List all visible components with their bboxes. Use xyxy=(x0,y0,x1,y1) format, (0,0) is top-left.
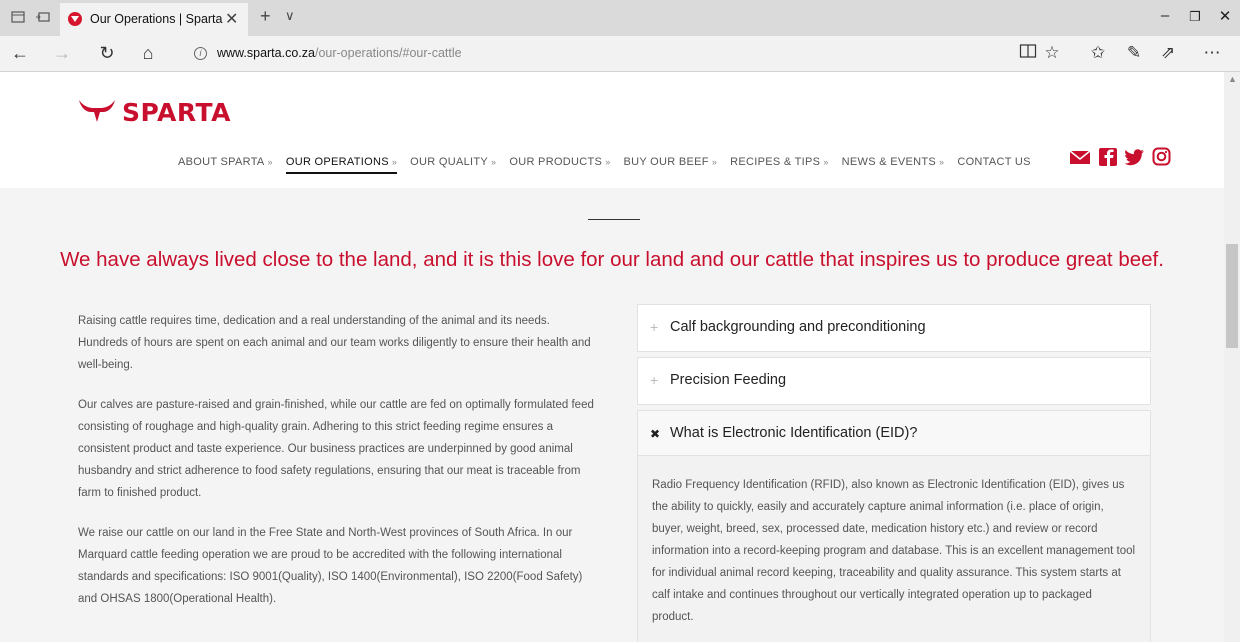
section-divider xyxy=(588,219,640,220)
favorite-star-icon[interactable]: ☆ xyxy=(1040,43,1064,63)
nav-about-sparta[interactable]: ABOUT SPARTA» xyxy=(178,156,273,168)
nav-chevron-icon: » xyxy=(491,157,497,167)
url-path: /our-operations/#our-cattle xyxy=(314,46,462,60)
page-scrollbar[interactable]: ▲ xyxy=(1224,72,1240,642)
nav-label: OUR QUALITY xyxy=(410,156,489,168)
favorites-hub-icon[interactable]: ✩ xyxy=(1086,43,1110,63)
address-bar: ← → ↻ ⌂ i www.sparta.co.za/our-operation… xyxy=(0,36,1240,72)
web-notes-icon[interactable]: ✎ xyxy=(1122,43,1146,63)
nav-chevron-icon: » xyxy=(711,157,718,167)
scroll-up-arrow-icon[interactable]: ▲ xyxy=(1228,74,1237,84)
bull-horns-logo-icon xyxy=(79,100,115,122)
sparta-logo[interactable]: SPARTA xyxy=(78,94,230,130)
scroll-thumb[interactable] xyxy=(1226,244,1238,348)
refresh-button[interactable]: ↻ xyxy=(95,43,119,64)
expand-plus-icon: + xyxy=(650,372,659,388)
tab-title: Our Operations | Sparta xyxy=(90,12,223,26)
instagram-icon[interactable] xyxy=(1151,147,1173,167)
accordion-title: Precision Feeding xyxy=(670,372,787,388)
minimize-button[interactable]: – xyxy=(1150,7,1180,24)
nav-label: ABOUT SPARTA xyxy=(178,156,265,168)
nav-news-events[interactable]: NEWS & EVENTS» xyxy=(842,156,945,168)
close-window-button[interactable]: ✕ xyxy=(1210,7,1240,25)
nav-label: CONTACT US xyxy=(957,156,1031,168)
tab-close-icon[interactable]: ✕ xyxy=(225,9,238,29)
site-info-icon[interactable]: i xyxy=(194,47,207,60)
accordion-item-precision-feeding[interactable]: + Precision Feeding xyxy=(637,357,1151,405)
nav-chevron-icon: » xyxy=(391,157,398,167)
nav-recipes-tips[interactable]: RECIPES & TIPS» xyxy=(730,156,829,168)
page-tagline: We have always lived close to the land, … xyxy=(60,248,1164,271)
nav-label: RECIPES & TIPS xyxy=(730,156,821,168)
operations-accordion: + Calf backgrounding and preconditioning… xyxy=(637,304,1151,642)
nav-label: OUR OPERATIONS xyxy=(285,156,389,168)
logo-text: SPARTA xyxy=(122,98,231,127)
accordion-panel-eid: Radio Frequency Identification (RFID), a… xyxy=(637,456,1151,642)
new-tab-button[interactable]: + xyxy=(260,6,271,27)
nav-chevron-icon: » xyxy=(823,157,829,167)
reading-view-icon[interactable] xyxy=(1016,43,1040,63)
back-button[interactable]: ← xyxy=(8,43,32,64)
set-tabs-aside-icon[interactable] xyxy=(35,9,51,25)
email-icon[interactable] xyxy=(1069,147,1091,167)
facebook-icon[interactable] xyxy=(1097,147,1119,167)
accordion-item-calf-backgrounding[interactable]: + Calf backgrounding and preconditioning xyxy=(637,304,1151,352)
url-field[interactable]: i www.sparta.co.za/our-operations/#our-c… xyxy=(182,41,1062,67)
tab-dropdown-icon[interactable]: ∨ xyxy=(285,8,295,24)
nav-chevron-icon: » xyxy=(939,157,945,167)
nav-chevron-icon: » xyxy=(267,157,273,167)
nav-our-quality[interactable]: OUR QUALITY» xyxy=(410,156,496,168)
sparta-favicon-icon xyxy=(68,12,82,26)
nav-label: OUR PRODUCTS xyxy=(509,156,603,168)
accordion-title: What is Electronic Identification (EID)? xyxy=(670,425,918,441)
nav-our-operations[interactable]: OUR OPERATIONS» xyxy=(285,156,398,174)
tab-preview-icon[interactable] xyxy=(10,9,26,25)
share-icon[interactable]: ⇗ xyxy=(1156,43,1180,63)
accordion-item-eid[interactable]: ✖ What is Electronic Identification (EID… xyxy=(637,410,1151,456)
intro-paragraph: We raise our cattle on our land in the F… xyxy=(78,527,583,605)
intro-paragraph: Raising cattle requires time, dedication… xyxy=(78,315,591,371)
home-button[interactable]: ⌂ xyxy=(136,43,160,64)
nav-our-products[interactable]: OUR PRODUCTS» xyxy=(509,156,610,168)
nav-label: NEWS & EVENTS xyxy=(841,156,937,168)
nav-buy-our-beef[interactable]: BUY OUR BEEF» xyxy=(624,156,718,168)
main-navigation: ABOUT SPARTA» OUR OPERATIONS» OUR QUALIT… xyxy=(178,152,1031,174)
forward-button[interactable]: → xyxy=(50,43,74,64)
site-header: SPARTA ABOUT SPARTA» OUR OPERATIONS» OUR… xyxy=(0,72,1224,188)
collapse-x-icon: ✖ xyxy=(650,427,661,441)
browser-tab-bar: Our Operations | Sparta ✕ + ∨ – ❐ ✕ xyxy=(0,0,1240,36)
accordion-title: Calf backgrounding and preconditioning xyxy=(670,319,926,335)
nav-label: BUY OUR BEEF xyxy=(623,156,709,168)
intro-text-column: Raising cattle requires time, dedication… xyxy=(78,310,598,628)
url-text: www.sparta.co.za/our-operations/#our-cat… xyxy=(217,46,462,60)
url-domain: www.sparta.co.za xyxy=(217,46,315,60)
nav-chevron-icon: » xyxy=(605,157,611,167)
more-icon[interactable]: ⋯ xyxy=(1200,43,1224,63)
twitter-icon[interactable] xyxy=(1124,147,1146,167)
expand-plus-icon: + xyxy=(650,319,659,335)
restore-button[interactable]: ❐ xyxy=(1180,9,1210,25)
intro-paragraph: Our calves are pasture-raised and grain-… xyxy=(78,399,594,499)
page-viewport: SPARTA ABOUT SPARTA» OUR OPERATIONS» OUR… xyxy=(0,72,1224,642)
tab-active[interactable]: Our Operations | Sparta ✕ xyxy=(60,3,248,36)
nav-contact-us[interactable]: CONTACT US xyxy=(957,156,1031,168)
